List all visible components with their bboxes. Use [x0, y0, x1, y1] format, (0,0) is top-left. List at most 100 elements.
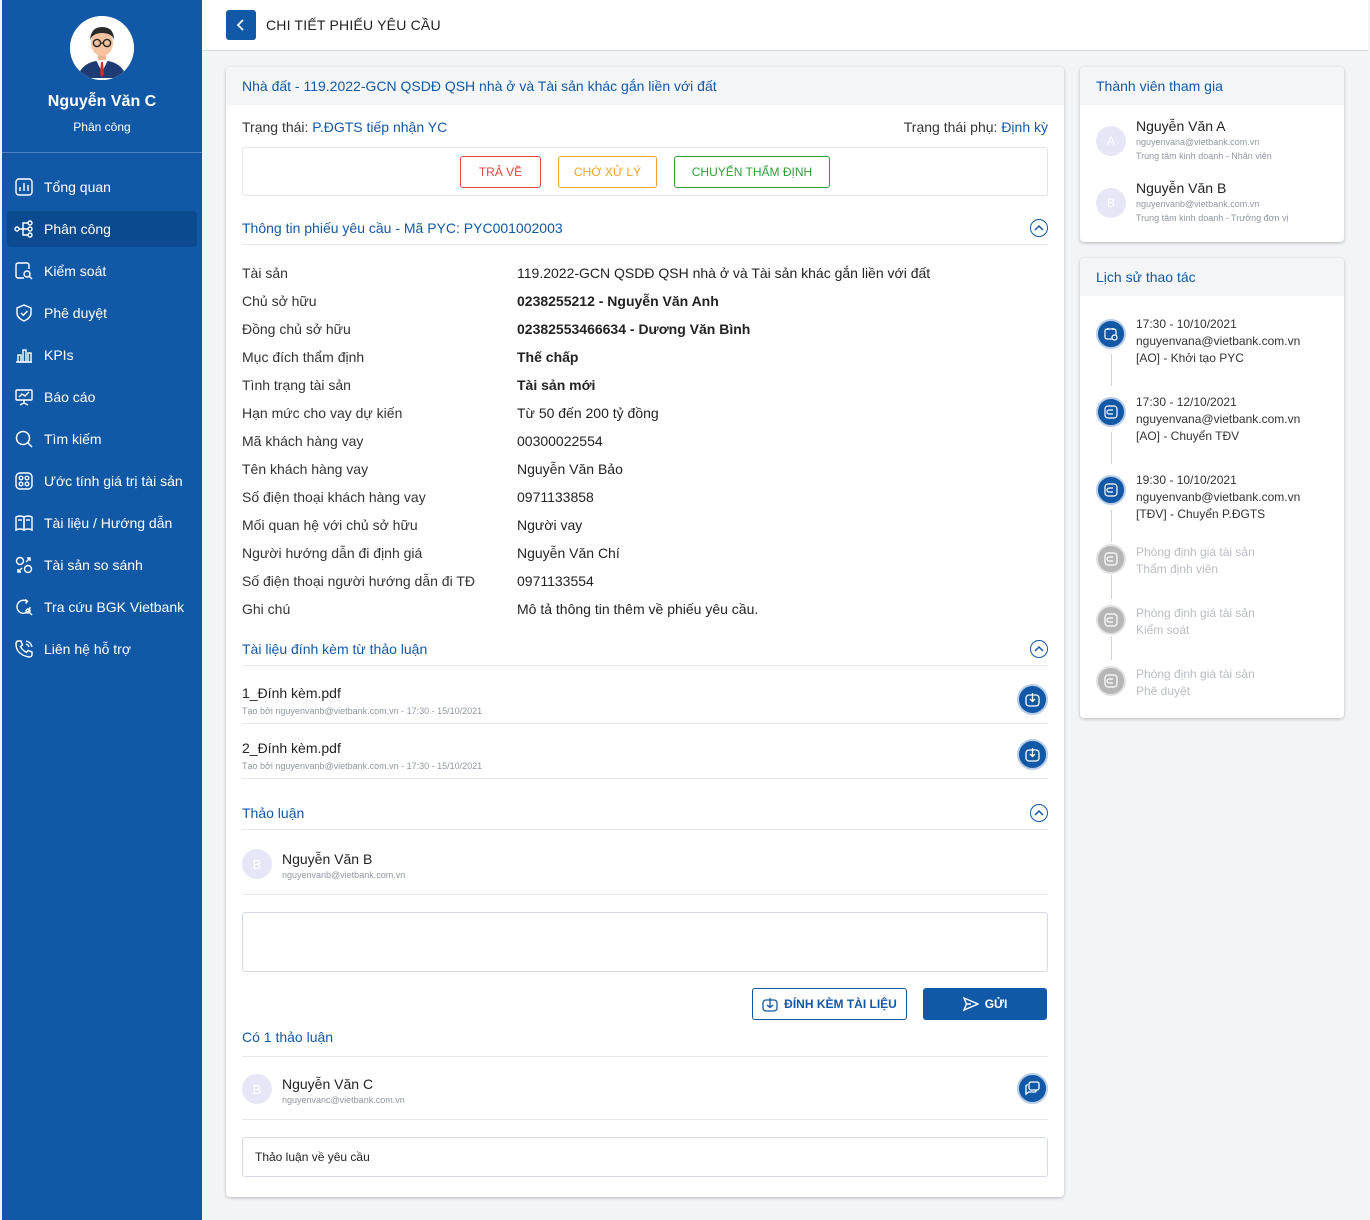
transfer-icon [1096, 544, 1126, 574]
download-icon [1025, 693, 1040, 707]
timeline-text: Phòng định giá tài sản Phê duyệt [1136, 666, 1255, 700]
send-button[interactable]: GỬI [923, 988, 1047, 1020]
timeline-text: 19:30 - 10/10/2021 nguyenvanb@vietbank.c… [1136, 472, 1300, 523]
discussion-input[interactable] [242, 912, 1048, 972]
book-icon [13, 512, 35, 534]
info-value: 02382553466634 - Dương Văn Bình [517, 321, 751, 337]
transfer-appraisal-button[interactable]: CHUYỂN THẨM ĐỊNH [674, 155, 830, 188]
reply-button[interactable] [1017, 1073, 1048, 1104]
info-label: Tài sản [242, 265, 288, 281]
sidebar-item-tim-kiem[interactable]: Tìm kiếm [7, 421, 197, 457]
shield-check-icon [13, 302, 35, 324]
download-button[interactable] [1017, 684, 1048, 715]
timeline-dept: Phòng định giá tài sản [1136, 667, 1255, 681]
sidebar-item-phe-duyet[interactable]: Phê duyệt [7, 295, 197, 331]
transfer-icon [1096, 397, 1126, 427]
calculator-icon [13, 470, 35, 492]
attach-file-button[interactable]: ĐÍNH KÈM TÀI LIỆU [752, 988, 907, 1020]
info-value: Mô tả thông tin thêm về phiếu yêu cầu. [517, 601, 759, 617]
chevron-up-icon[interactable] [1030, 803, 1048, 822]
sidebar-item-kpis[interactable]: KPIs [7, 337, 197, 373]
sidebar-item-label: Phân công [44, 221, 111, 237]
attachments-section-header[interactable]: Tài liệu đính kèm từ thảo luận [242, 632, 1048, 666]
return-button[interactable]: TRẢ VỀ [460, 155, 541, 188]
info-label: Mã khách hàng vay [242, 433, 364, 449]
info-row: Hạn mức cho vay dự kiến Từ 50 đến 200 tỷ … [242, 399, 1048, 427]
chat-icon [1025, 1081, 1040, 1096]
info-value: Từ 50 đến 200 tỷ đồng [517, 405, 659, 421]
sidebar-item-tai-lieu[interactable]: Tài liệu / Hướng dẫn [7, 505, 197, 541]
info-row: Số điện thoại người hướng dẫn đi TĐ 09711… [242, 567, 1048, 595]
chevron-up-icon[interactable] [1030, 218, 1048, 237]
timeline-connector [1111, 575, 1112, 599]
member-item: B Nguyễn Văn B nguyenvanb@vietbank.com.v… [1096, 180, 1328, 232]
timeline-text: 17:30 - 12/10/2021 nguyenvana@vietbank.c… [1136, 394, 1300, 445]
sidebar-item-phan-cong[interactable]: Phân công [7, 211, 197, 247]
profile-role: Phân công [73, 120, 131, 134]
avatar-illustration-icon [70, 16, 134, 80]
discussion-section-header[interactable]: Thảo luận [242, 796, 1048, 830]
attachments-section-title: Tài liệu đính kèm từ thảo luận [242, 640, 428, 657]
sidebar-item-tra-cuu[interactable]: Tra cứu BGK Vietbank [7, 589, 197, 625]
timeline-role: Phê duyệt [1136, 684, 1191, 698]
back-button[interactable] [226, 10, 256, 40]
member-name: Nguyễn Văn A [1136, 118, 1226, 134]
file-name[interactable]: 2_Đính kèm.pdf [242, 740, 341, 756]
info-row: Người hướng dẫn đi định giá Nguyễn Văn Ch… [242, 539, 1048, 567]
sidebar-item-label: Phê duyệt [44, 305, 108, 321]
comment-item: B Nguyễn Văn C nguyenvanc@vietbank.com.v… [242, 1058, 1048, 1120]
sidebar-item-tong-quan[interactable]: Tổng quan [7, 169, 197, 205]
file-name[interactable]: 1_Đính kèm.pdf [242, 685, 341, 701]
file-meta: Tạo bởi nguyenvanb@vietbank.com.vn - 17:… [242, 761, 483, 771]
calendar-icon [1096, 319, 1126, 349]
substatus: Trạng thái phụ: Định kỳ [904, 119, 1048, 135]
sidebar-item-label: Tra cứu BGK Vietbank [44, 599, 185, 615]
info-label: Đồng chủ sở hữu [242, 321, 351, 337]
transfer-icon [1096, 666, 1126, 696]
bar-chart-icon [13, 344, 35, 366]
info-label: Ghi chú [242, 601, 291, 617]
user-email: nguyenvanb@vietbank.com.vn [282, 870, 406, 880]
action-buttons: TRẢ VỀ CHỜ XỬ LÝ CHUYỂN THẨM ĐỊNH [242, 147, 1048, 196]
sidebar-item-label: Tài sản so sánh [44, 557, 143, 573]
timeline-role: Thẩm định viên [1136, 562, 1219, 576]
sidebar-item-kiem-soat[interactable]: Kiểm soát [7, 253, 197, 289]
sidebar-item-tai-san-so-sanh[interactable]: Tài sản so sánh [7, 547, 197, 583]
user-name: Nguyễn Văn B [282, 851, 373, 867]
substatus-value: Định kỳ [1001, 119, 1048, 135]
sidebar-item-label: Kiểm soát [44, 263, 107, 279]
chevron-left-icon [236, 19, 244, 31]
avatar: B [242, 1074, 272, 1104]
sidebar-item-bao-cao[interactable]: Báo cáo [7, 379, 197, 415]
info-value: 0238255212 - Nguyễn Văn Anh [517, 293, 719, 309]
avatar: B [1096, 188, 1126, 218]
status-value: P.ĐGTS tiếp nhận YC [312, 119, 448, 135]
info-label: Mối quan hệ với chủ sở hữu [242, 517, 418, 533]
timeline-text: 17:30 - 10/10/2021 nguyenvana@vietbank.c… [1136, 316, 1300, 367]
user-avatar[interactable] [70, 16, 134, 80]
download-button[interactable] [1017, 739, 1048, 770]
info-label: Người hướng dẫn đi định giá [242, 545, 423, 561]
timeline-time: 17:30 - 10/10/2021 [1136, 317, 1237, 331]
file-meta: Tạo bởi nguyenvanb@vietbank.com.vn - 17:… [242, 706, 483, 716]
info-section-header[interactable]: Thông tin phiếu yêu cầu - Mã PYC: PYC001… [242, 211, 1048, 245]
pending-button[interactable]: CHỜ XỬ LÝ [558, 155, 657, 188]
timeline-action: [AO] - Khởi tạo PYC [1136, 351, 1244, 365]
sidebar-item-label: Báo cáo [44, 389, 96, 405]
info-row: Ghi chú Mô tả thông tin thêm về phiếu yêu… [242, 595, 1048, 623]
status-label: Trạng thái: [242, 119, 309, 135]
info-value: Tài sản mới [517, 377, 596, 393]
chevron-up-icon[interactable] [1030, 639, 1048, 658]
sidebar-item-lien-he[interactable]: Liên hệ hỗ trợ [7, 631, 197, 667]
sidebar-item-uoc-tinh[interactable]: Ước tính giá trị tài sản [7, 463, 197, 499]
upload-icon [762, 998, 778, 1012]
timeline-connector [1111, 636, 1112, 660]
dashboard-icon [13, 176, 35, 198]
share-icon [13, 218, 35, 240]
send-label: GỬI [984, 997, 1008, 1011]
history-card: Lịch sử thao tác 17:30 - 10/10/2021 nguy… [1080, 258, 1344, 718]
info-row: Mục đích thẩm định Thế chấp [242, 343, 1048, 371]
profile-name: Nguyễn Văn C [47, 93, 157, 110]
info-row: Tài sản 119.2022-GCN QSDĐ QSH nhà ở và Tà… [242, 259, 1048, 287]
page-header: CHI TIẾT PHIẾU YÊU CẦU [202, 0, 1368, 51]
